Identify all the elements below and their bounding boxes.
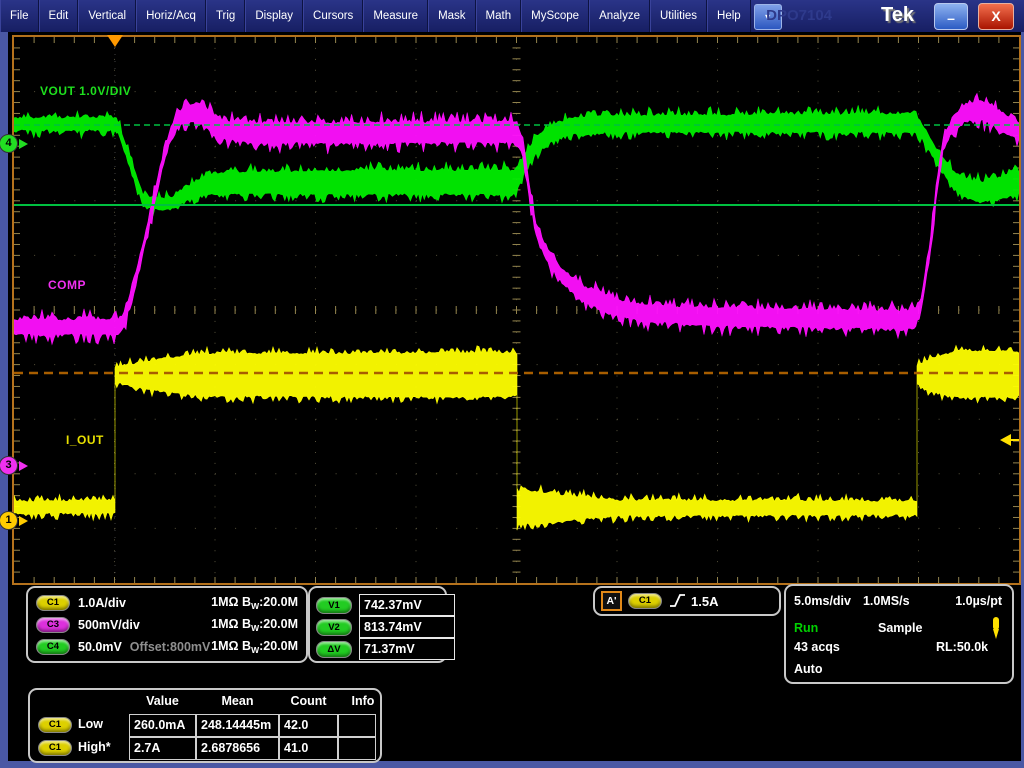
trigger-source-badge: C1 [628, 593, 662, 609]
acquisition-mode: Sample [878, 621, 922, 635]
cursor-value: 71.37mV [359, 638, 455, 660]
measurement-mean-cell: 248.14445m [196, 714, 279, 737]
oscilloscope-window: FileEditVerticalHoriz/AcqTrigDisplayCurs… [0, 0, 1024, 768]
menu-item-cursors[interactable]: Cursors [303, 0, 363, 32]
trigger-level-value: 1.5A [691, 594, 718, 609]
measurement-table[interactable]: Value Mean Count Info C1 Low 260.0mA248.14445m… [28, 688, 382, 763]
channel-row-c3[interactable]: C3 500mV/div 1MΩ BW:20.0M [36, 617, 298, 633]
channel-badge-v1: V1 [316, 597, 352, 614]
waveform-display[interactable]: VOUT 1.0V/DIV COMP I_OUT 431 [12, 35, 1021, 585]
channel-4-reference-marker[interactable]: 4 [0, 134, 28, 153]
channel-row-c4[interactable]: C4 50.0mV Offset:800mV1MΩ BW:20.0M [36, 639, 298, 655]
trigger-a-label: A' [601, 591, 622, 611]
scope-content: VOUT 1.0V/DIV COMP I_OUT 431 C1 1.0A/div 1… [8, 32, 1021, 761]
channel-readout-box[interactable]: C1 1.0A/div 1MΩ BW:20.0M C3 500mV/div 1MΩ BW:… [26, 586, 308, 663]
tek-logo: Tek [881, 4, 914, 27]
minimize-button[interactable]: – [934, 3, 968, 30]
menu-item-edit[interactable]: Edit [39, 0, 79, 32]
channel-offset: Offset:800mV [130, 640, 211, 654]
menu-item-trig[interactable]: Trig [206, 0, 245, 32]
channel-1-marker-arrow-icon [19, 516, 28, 526]
sample-rate-value: 1.0MS/s [863, 594, 910, 608]
close-button[interactable]: X [978, 3, 1014, 30]
cursor-value: 813.74mV [359, 616, 455, 638]
comp-trace-label: COMP [48, 278, 86, 292]
channel-3-marker-circle: 3 [0, 456, 18, 475]
model-label: DPO7104 [766, 7, 832, 24]
cursor-row-1: V1 742.37mV [316, 594, 455, 616]
channel-badge-c1: C1 [38, 717, 72, 733]
measurement-count-cell: 42.0 [279, 714, 338, 737]
measurement-value-cell: 260.0mA [129, 714, 196, 737]
timebase-value: 5.0ms/div [794, 594, 851, 608]
measurement-header-count: Count [290, 694, 326, 708]
acquisition-state: Run [794, 621, 818, 635]
measurement-mean-cell: 2.6878656 [196, 737, 279, 760]
trigger-position-marker[interactable] [107, 35, 123, 47]
trigger-mode-value: Auto [794, 662, 822, 676]
menu-item-myscope[interactable]: MyScope [521, 0, 589, 32]
channel-impedance-bandwidth: 1MΩ BW:20.0M [211, 595, 298, 611]
channel-impedance-bandwidth: 1MΩ BW:20.0M [211, 639, 298, 655]
menu-item-vertical[interactable]: Vertical [78, 0, 136, 32]
measurement-header-mean: Mean [222, 694, 254, 708]
measurement-name: Low [78, 717, 103, 731]
channel-3-reference-marker[interactable]: 3 [0, 456, 28, 475]
menu-bar: FileEditVerticalHoriz/AcqTrigDisplayCurs… [0, 0, 751, 32]
cursor-value: 742.37mV [359, 594, 455, 616]
channel-badge-δv: ΔV [316, 641, 352, 658]
measurement-header-info: Info [352, 694, 375, 708]
channel-scale: 50.0mV [78, 640, 122, 654]
channel-1-marker-circle: 1 [0, 511, 18, 530]
graticule-canvas [14, 37, 1019, 583]
resolution-value: 1.0µs/pt [955, 594, 1002, 608]
measurement-count-cell: 41.0 [279, 737, 338, 760]
measurement-name: High* [78, 740, 111, 754]
channel-badge-v2: V2 [316, 619, 352, 636]
menu-item-mask[interactable]: Mask [428, 0, 475, 32]
title-bar: FileEditVerticalHoriz/AcqTrigDisplayCurs… [0, 0, 1024, 32]
menu-item-math[interactable]: Math [476, 0, 522, 32]
iout-trace-label: I_OUT [66, 433, 104, 447]
cursor-readout-box: V1742.37mVV2813.74mVΔV71.37mV [308, 586, 447, 663]
measurement-value-cell: 2.7A [129, 737, 196, 760]
channel-4-marker-arrow-icon [19, 139, 28, 149]
channel-badge-c1: C1 [38, 740, 72, 756]
acquisition-count: 43 acqs [794, 640, 840, 654]
channel-1-reference-marker[interactable]: 1 [0, 511, 28, 530]
cursor-row-2: V2 813.74mV [316, 616, 455, 638]
menu-item-measure[interactable]: Measure [363, 0, 428, 32]
acquisition-readout-box: 5.0ms/div 1.0MS/s 1.0µs/pt Run Sample 43… [784, 584, 1014, 684]
measurement-header-value: Value [146, 694, 179, 708]
rising-edge-icon [669, 592, 687, 610]
channel-badge-c1: C1 [36, 595, 70, 611]
menu-item-display[interactable]: Display [245, 0, 303, 32]
channel-4-marker-circle: 4 [0, 134, 18, 153]
measurement-info-cell [338, 714, 376, 737]
channel-badge-c3: C3 [36, 617, 70, 633]
menu-item-analyze[interactable]: Analyze [589, 0, 650, 32]
channel-scale: 1.0A/div [78, 596, 126, 610]
menu-item-file[interactable]: File [0, 0, 39, 32]
menu-item-utilities[interactable]: Utilities [650, 0, 707, 32]
trigger-readout-box[interactable]: A' C1 1.5A [593, 586, 781, 616]
menu-item-help[interactable]: Help [707, 0, 751, 32]
menu-item-horiz-acq[interactable]: Horiz/Acq [136, 0, 206, 32]
vout-trace-label: VOUT 1.0V/DIV [40, 84, 131, 98]
record-length-value: RL:50.0k [936, 640, 988, 654]
waveform-pin-icon [990, 616, 1002, 640]
channel-impedance-bandwidth: 1MΩ BW:20.0M [211, 617, 298, 633]
measurement-info-cell [338, 737, 376, 760]
channel-scale: 500mV/div [78, 618, 140, 632]
channel-row-c1[interactable]: C1 1.0A/div 1MΩ BW:20.0M [36, 595, 298, 611]
cursor-row-3: ΔV 71.37mV [316, 638, 455, 660]
channel-3-marker-arrow-icon [19, 461, 28, 471]
channel-badge-c4: C4 [36, 639, 70, 655]
